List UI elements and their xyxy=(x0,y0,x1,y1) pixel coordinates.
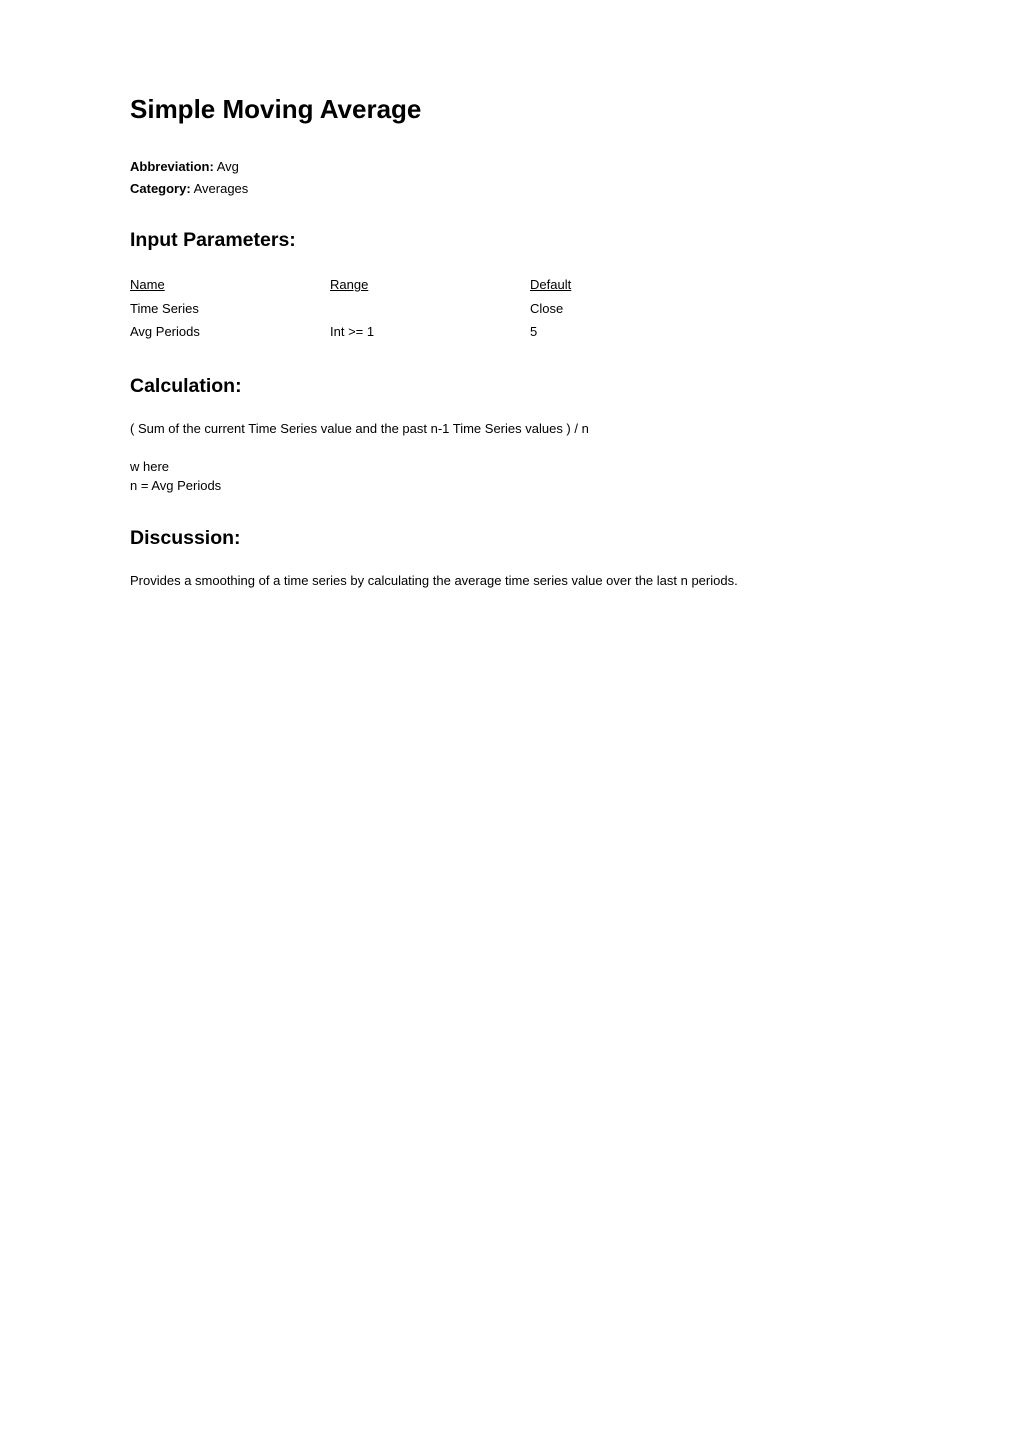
calculation-heading: Calculation: xyxy=(130,372,890,401)
table-header-range: Range xyxy=(330,273,530,297)
input-parameters-heading: Input Parameters: xyxy=(130,226,890,255)
param-name: Avg Periods xyxy=(130,320,330,344)
doc-title: Simple Moving Average xyxy=(130,90,890,129)
calculation-formula: ( Sum of the current Time Series value a… xyxy=(130,419,890,439)
param-default: Close xyxy=(530,297,630,321)
category-row: Category: Averages xyxy=(130,179,890,199)
input-parameters-table: Name Range Default Time Series Close Avg… xyxy=(130,273,630,344)
discussion-heading: Discussion: xyxy=(130,524,890,553)
table-header-name: Name xyxy=(130,273,330,297)
abbreviation-value: Avg xyxy=(217,159,239,174)
param-name: Time Series xyxy=(130,297,330,321)
table-header-default: Default xyxy=(530,273,630,297)
param-range xyxy=(330,297,530,321)
abbreviation-row: Abbreviation: Avg xyxy=(130,157,890,177)
where-definition: n = Avg Periods xyxy=(130,476,890,496)
abbreviation-label: Abbreviation: xyxy=(130,159,214,174)
table-row: Time Series Close xyxy=(130,297,630,321)
discussion-text: Provides a smoothing of a time series by… xyxy=(130,571,890,591)
param-range: Int >= 1 xyxy=(330,320,530,344)
where-block: w here n = Avg Periods xyxy=(130,457,890,496)
category-label: Category: xyxy=(130,181,191,196)
param-default: 5 xyxy=(530,320,630,344)
table-row: Avg Periods Int >= 1 5 xyxy=(130,320,630,344)
where-label: w here xyxy=(130,457,890,477)
category-value: Averages xyxy=(194,181,249,196)
